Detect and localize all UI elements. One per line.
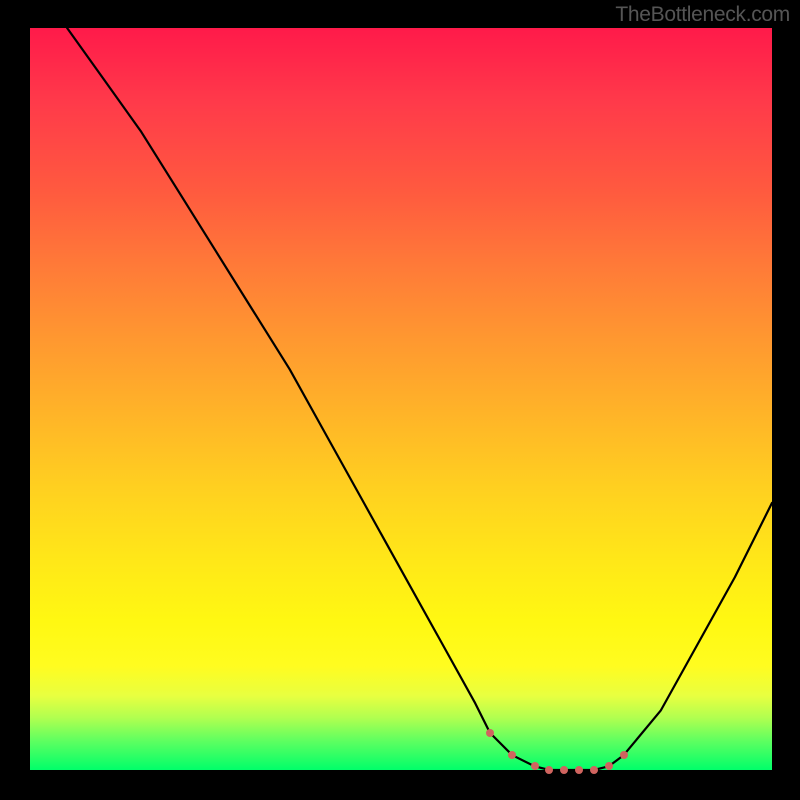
- chart-frame: TheBottleneck.com: [0, 0, 800, 800]
- plot-area: [30, 28, 772, 770]
- curve-line: [30, 28, 772, 770]
- attribution-text: TheBottleneck.com: [615, 3, 790, 27]
